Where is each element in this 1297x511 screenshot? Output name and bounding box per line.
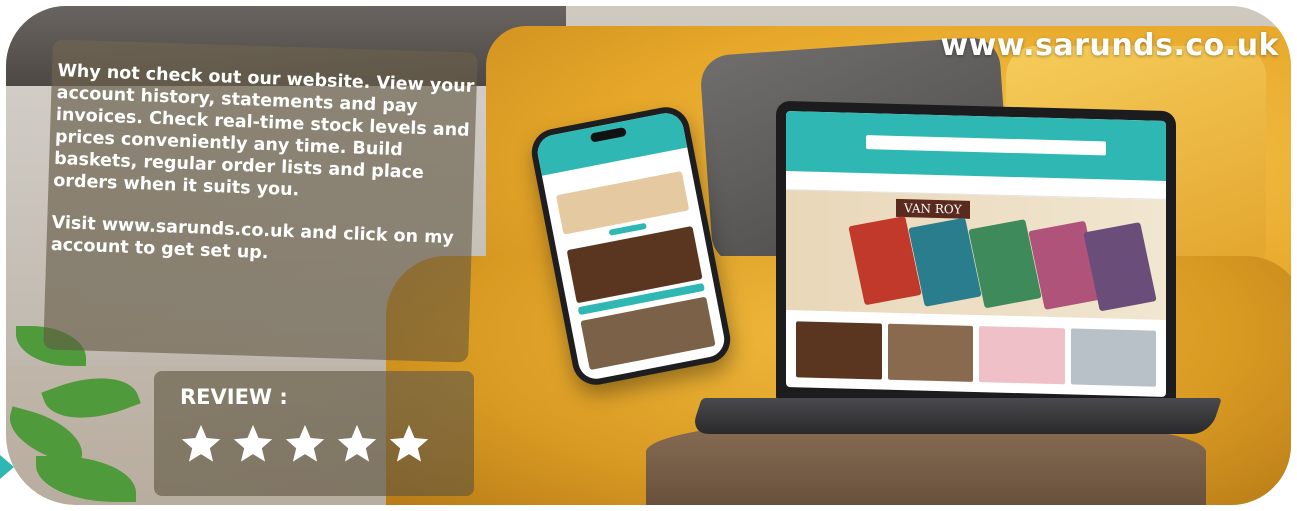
website-url[interactable]: www.sarunds.co.uk: [940, 28, 1279, 63]
laptop-screen: VAN ROY: [786, 111, 1166, 397]
review-card: REVIEW :: [154, 371, 474, 496]
laptop-hero-banner: VAN ROY: [786, 190, 1166, 320]
info-card: Why not check out our website. View your…: [50, 60, 478, 292]
star-icon: [337, 424, 377, 462]
star-icon: [181, 424, 221, 462]
laptop-mockup: VAN ROY: [776, 100, 1176, 412]
banner-frame: VAN ROY Why not check out our website. V…: [6, 6, 1291, 505]
star-icon: [389, 424, 429, 462]
info-paragraph-1: Why not check out our website. View your…: [52, 60, 475, 201]
star-icon: [285, 424, 325, 462]
laptop-keyboard-base: [690, 398, 1222, 434]
star-rating: [178, 421, 432, 467]
corner-accent: [0, 455, 14, 479]
laptop-brand-label: VAN ROY: [896, 198, 970, 219]
review-label: REVIEW :: [180, 385, 288, 409]
star-icon: [233, 424, 273, 462]
info-paragraph-2: Visit www.sarunds.co.uk and click on my …: [50, 212, 455, 264]
